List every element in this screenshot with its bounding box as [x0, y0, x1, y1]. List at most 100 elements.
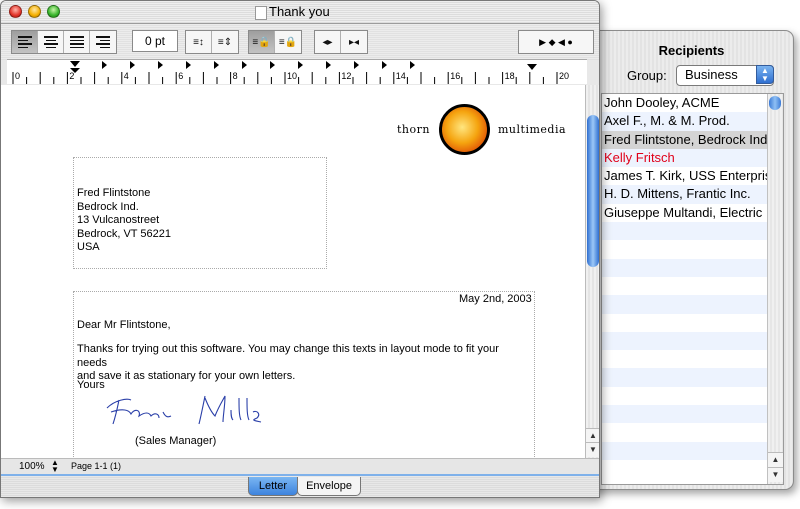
ruler-label: 2: [69, 71, 75, 81]
tab-stop-icon[interactable]: [326, 61, 331, 69]
list-item[interactable]: H. D. Mittens, Frantic Inc.: [602, 185, 767, 204]
ruler-label: 0: [15, 71, 21, 81]
empty-row: [602, 441, 767, 460]
text-flow-left-icon[interactable]: ◂▸: [315, 31, 341, 53]
tab-stop-icon[interactable]: [242, 61, 247, 69]
align-center-button[interactable]: [38, 31, 64, 53]
list-scroll-thumb[interactable]: [769, 96, 781, 110]
tab-stop-icon[interactable]: [186, 61, 191, 69]
lock-group: ≡🔒 ≡🔒: [248, 30, 302, 54]
paragraph-spacing-icon[interactable]: ≡⇕: [212, 31, 238, 53]
align-left-button[interactable]: [12, 31, 38, 53]
empty-row: [602, 423, 767, 441]
group-select[interactable]: Business ▲ ▼: [676, 65, 774, 86]
empty-row: [602, 331, 767, 351]
status-bar: 100% ▲ ▼ Page 1-1 (1): [1, 458, 599, 475]
page-indicator: Page 1-1 (1): [71, 461, 122, 471]
text-flow-right-icon[interactable]: ▸◂: [341, 31, 367, 53]
empty-row: [602, 258, 767, 277]
empty-row: [602, 405, 767, 424]
document-scrollbar[interactable]: ▲ ▼: [585, 85, 599, 458]
zoom-stepper-icon[interactable]: ▲ ▼: [51, 459, 59, 474]
document-icon: [255, 6, 267, 20]
tab-stop-icon[interactable]: [354, 61, 359, 69]
spacing-field[interactable]: 0 pt: [132, 30, 178, 52]
ruler[interactable]: 0 2 4 6 8 10 12 14 16 18 20: [7, 59, 587, 84]
tab-envelope[interactable]: Envelope: [297, 477, 361, 496]
list-item[interactable]: John Dooley, ACME: [602, 94, 767, 112]
letter-date[interactable]: May 2nd, 2003: [459, 293, 532, 307]
letter-body[interactable]: Thanks for trying out this software. You…: [77, 343, 527, 384]
signer-title[interactable]: (Sales Manager): [135, 435, 216, 449]
tab-stop-icon[interactable]: [158, 61, 163, 69]
empty-row: [602, 387, 767, 405]
recipient-address[interactable]: Fred Flintstone Bedrock Ind. 13 Vulcanos…: [77, 187, 171, 255]
group-select-value: Business: [685, 67, 738, 82]
recipients-list[interactable]: John Dooley, ACME Axel F., M. & M. Prod.…: [601, 93, 784, 485]
scroll-up-icon[interactable]: ▲: [586, 428, 599, 443]
spacing-group: ≡↕ ≡⇕: [185, 30, 239, 54]
lock-frame-icon[interactable]: ≡🔒: [249, 31, 275, 53]
tab-stop-icon[interactable]: [130, 61, 135, 69]
empty-row: [602, 240, 767, 258]
list-item[interactable]: Giuseppe Multandi, Electric: [602, 204, 767, 222]
zoom-level[interactable]: 100%: [19, 461, 45, 472]
window-title: Thank you: [269, 4, 330, 19]
format-toolbar: 0 pt ≡↕ ≡⇕ ≡🔒 ≡🔒 ◂▸ ▸◂ ▶ ◆ ◀ ●: [1, 24, 599, 60]
document-scroll-thumb[interactable]: [587, 115, 599, 267]
ruler-label: 4: [123, 71, 129, 81]
group-label: Group:: [627, 68, 667, 83]
ruler-label: 16: [450, 71, 461, 81]
ruler-label: 10: [287, 71, 298, 81]
scroll-up-icon[interactable]: ▲: [768, 452, 783, 467]
tab-stop-icon[interactable]: [102, 61, 107, 69]
company-logo: [439, 104, 490, 155]
list-item[interactable]: Axel F., M. & M. Prod.: [602, 112, 767, 131]
tab-stop-icon[interactable]: [410, 61, 415, 69]
tab-stop-icons[interactable]: ▶ ◆ ◀ ●: [519, 31, 593, 53]
alignment-group: [11, 30, 117, 54]
ruler-label: 20: [559, 71, 570, 81]
close-button[interactable]: [9, 5, 22, 18]
brand-right-text: multimedia: [498, 123, 567, 136]
select-arrows-icon: ▲ ▼: [756, 65, 774, 84]
ruler-label: 12: [341, 71, 352, 81]
tab-stop-icon[interactable]: [382, 61, 387, 69]
align-right-button[interactable]: [90, 31, 116, 53]
empty-row: [602, 460, 767, 478]
tab-stops-group: ▶ ◆ ◀ ●: [518, 30, 594, 54]
scroll-down-icon[interactable]: ▼: [768, 467, 783, 482]
empty-row: [602, 295, 767, 314]
recipients-drawer: Recipients Group: Business ▲ ▼ John Doole…: [590, 30, 794, 490]
title-bar[interactable]: Thank you: [1, 1, 599, 24]
empty-row: [602, 368, 767, 387]
brand-left-text: thorn: [397, 123, 430, 136]
tab-stop-icon[interactable]: [214, 61, 219, 69]
ruler-label: 6: [178, 71, 184, 81]
letter-salutation[interactable]: Dear Mr Flintstone,: [77, 319, 171, 333]
scroll-down-icon[interactable]: ▼: [586, 442, 599, 457]
list-scrollbar[interactable]: ▲ ▼: [767, 94, 783, 484]
empty-row: [602, 350, 767, 368]
empty-row: [602, 222, 767, 241]
view-tabs: Letter Envelope: [1, 474, 599, 497]
right-margin-marker-icon[interactable]: [527, 64, 537, 70]
tab-stop-icon[interactable]: [298, 61, 303, 69]
list-item[interactable]: Fred Flintstone, Bedrock Ind.: [602, 130, 767, 149]
ruler-label: 14: [395, 71, 406, 81]
ruler-label: 18: [504, 71, 515, 81]
list-item[interactable]: James T. Kirk, USS Enterprise: [602, 167, 767, 185]
zoom-button[interactable]: [47, 5, 60, 18]
tab-stop-icon[interactable]: [270, 61, 275, 69]
lock-text-icon[interactable]: ≡🔒: [275, 31, 301, 53]
text-flow-group: ◂▸ ▸◂: [314, 30, 368, 54]
list-item[interactable]: Kelly Fritsch: [602, 148, 767, 168]
tab-letter[interactable]: Letter: [248, 477, 298, 496]
line-spacing-icon[interactable]: ≡↕: [186, 31, 212, 53]
document-canvas[interactable]: thorn multimedia Fred Flintstone Bedrock…: [1, 85, 585, 458]
empty-row: [602, 277, 767, 295]
align-justify-button[interactable]: [64, 31, 90, 53]
minimize-button[interactable]: [28, 5, 41, 18]
ruler-label: 8: [232, 71, 238, 81]
signature-image: [106, 395, 262, 425]
